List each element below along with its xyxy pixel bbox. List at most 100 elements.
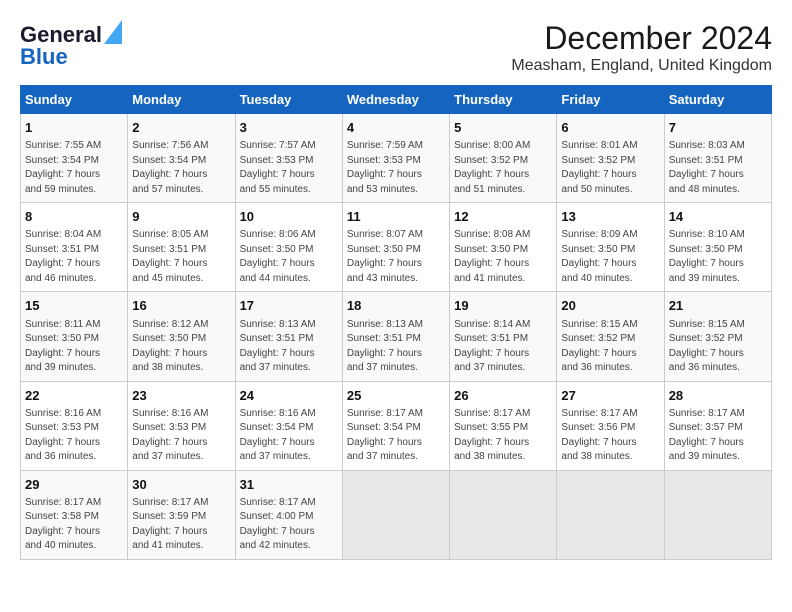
day-info: Sunrise: 8:16 AMSunset: 3:54 PMDaylight:… bbox=[240, 407, 338, 465]
calendar-day-cell: 15 Sunrise: 8:11 AMSunset: 3:50 PMDayligh… bbox=[21, 292, 128, 381]
day-number: 22 bbox=[25, 387, 123, 405]
day-number: 25 bbox=[347, 387, 445, 405]
day-info: Sunrise: 8:17 AMSunset: 3:58 PMDaylight:… bbox=[25, 496, 123, 554]
calendar-day-cell: 28 Sunrise: 8:17 AMSunset: 3:57 PMDayligh… bbox=[664, 381, 771, 470]
calendar-day-cell bbox=[557, 470, 664, 559]
day-number: 16 bbox=[132, 297, 230, 315]
page-header: General Blue December 2024 Measham, Engl… bbox=[20, 20, 772, 75]
day-info: Sunrise: 8:13 AMSunset: 3:51 PMDaylight:… bbox=[347, 318, 445, 376]
day-number: 14 bbox=[669, 208, 767, 226]
day-number: 17 bbox=[240, 297, 338, 315]
calendar-body: 1 Sunrise: 7:55 AMSunset: 3:54 PMDaylight… bbox=[21, 114, 772, 560]
logo: General Blue bbox=[20, 20, 122, 68]
day-info: Sunrise: 8:00 AMSunset: 3:52 PMDaylight:… bbox=[454, 139, 552, 197]
page-subtitle: Measham, England, United Kingdom bbox=[511, 57, 772, 75]
day-number: 30 bbox=[132, 476, 230, 494]
logo-blue: Blue bbox=[20, 46, 122, 68]
calendar-day-cell: 7 Sunrise: 8:03 AMSunset: 3:51 PMDaylight… bbox=[664, 114, 771, 203]
calendar-week-row: 29 Sunrise: 8:17 AMSunset: 3:58 PMDayligh… bbox=[21, 470, 772, 559]
day-info: Sunrise: 8:03 AMSunset: 3:51 PMDaylight:… bbox=[669, 139, 767, 197]
day-info: Sunrise: 8:16 AMSunset: 3:53 PMDaylight:… bbox=[25, 407, 123, 465]
calendar-day-cell: 12 Sunrise: 8:08 AMSunset: 3:50 PMDayligh… bbox=[450, 203, 557, 292]
day-number: 15 bbox=[25, 297, 123, 315]
day-info: Sunrise: 8:09 AMSunset: 3:50 PMDaylight:… bbox=[561, 228, 659, 286]
calendar-day-cell: 19Sunrise: 8:14 AMSunset: 3:51 PMDayligh… bbox=[450, 292, 557, 381]
calendar-table: SundayMondayTuesdayWednesdayThursdayFrid… bbox=[20, 85, 772, 560]
page-title: December 2024 bbox=[511, 20, 772, 57]
calendar-day-cell: 9Sunrise: 8:05 AMSunset: 3:51 PMDaylight… bbox=[128, 203, 235, 292]
calendar-day-cell: 8 Sunrise: 8:04 AMSunset: 3:51 PMDaylight… bbox=[21, 203, 128, 292]
day-number: 5 bbox=[454, 119, 552, 137]
day-info: Sunrise: 8:10 AMSunset: 3:50 PMDaylight:… bbox=[669, 228, 767, 286]
day-number: 27 bbox=[561, 387, 659, 405]
calendar-header-row: SundayMondayTuesdayWednesdayThursdayFrid… bbox=[21, 86, 772, 114]
day-info: Sunrise: 8:17 AMSunset: 3:57 PMDaylight:… bbox=[669, 407, 767, 465]
day-info: Sunrise: 8:04 AMSunset: 3:51 PMDaylight:… bbox=[25, 228, 123, 286]
day-number: 28 bbox=[669, 387, 767, 405]
day-info: Sunrise: 8:17 AMSunset: 3:56 PMDaylight:… bbox=[561, 407, 659, 465]
day-info: Sunrise: 8:13 AMSunset: 3:51 PMDaylight:… bbox=[240, 318, 338, 376]
day-info: Sunrise: 8:08 AMSunset: 3:50 PMDaylight:… bbox=[454, 228, 552, 286]
day-info: Sunrise: 8:17 AMSunset: 3:59 PMDaylight:… bbox=[132, 496, 230, 554]
day-info: Sunrise: 8:06 AMSunset: 3:50 PMDaylight:… bbox=[240, 228, 338, 286]
calendar-header-cell: Saturday bbox=[664, 86, 771, 114]
day-info: Sunrise: 8:12 AMSunset: 3:50 PMDaylight:… bbox=[132, 318, 230, 376]
calendar-week-row: 22 Sunrise: 8:16 AMSunset: 3:53 PMDayligh… bbox=[21, 381, 772, 470]
day-info: Sunrise: 8:15 AMSunset: 3:52 PMDaylight:… bbox=[669, 318, 767, 376]
calendar-header-cell: Tuesday bbox=[235, 86, 342, 114]
calendar-day-cell: 11Sunrise: 8:07 AMSunset: 3:50 PMDayligh… bbox=[342, 203, 449, 292]
day-number: 6 bbox=[561, 119, 659, 137]
calendar-header-cell: Sunday bbox=[21, 86, 128, 114]
day-info: Sunrise: 8:17 AMSunset: 4:00 PMDaylight:… bbox=[240, 496, 338, 554]
day-number: 26 bbox=[454, 387, 552, 405]
day-number: 4 bbox=[347, 119, 445, 137]
calendar-day-cell: 29 Sunrise: 8:17 AMSunset: 3:58 PMDayligh… bbox=[21, 470, 128, 559]
calendar-day-cell: 6 Sunrise: 8:01 AMSunset: 3:52 PMDaylight… bbox=[557, 114, 664, 203]
calendar-day-cell: 20Sunrise: 8:15 AMSunset: 3:52 PMDayligh… bbox=[557, 292, 664, 381]
calendar-day-cell: 5 Sunrise: 8:00 AMSunset: 3:52 PMDaylight… bbox=[450, 114, 557, 203]
day-number: 23 bbox=[132, 387, 230, 405]
day-number: 1 bbox=[25, 119, 123, 137]
day-info: Sunrise: 8:01 AMSunset: 3:52 PMDaylight:… bbox=[561, 139, 659, 197]
calendar-day-cell: 25Sunrise: 8:17 AMSunset: 3:54 PMDayligh… bbox=[342, 381, 449, 470]
day-info: Sunrise: 7:56 AMSunset: 3:54 PMDaylight:… bbox=[132, 139, 230, 197]
calendar-day-cell: 14 Sunrise: 8:10 AMSunset: 3:50 PMDayligh… bbox=[664, 203, 771, 292]
calendar-week-row: 15 Sunrise: 8:11 AMSunset: 3:50 PMDayligh… bbox=[21, 292, 772, 381]
day-number: 24 bbox=[240, 387, 338, 405]
day-number: 13 bbox=[561, 208, 659, 226]
day-number: 12 bbox=[454, 208, 552, 226]
calendar-day-cell: 27 Sunrise: 8:17 AMSunset: 3:56 PMDayligh… bbox=[557, 381, 664, 470]
calendar-day-cell: 10 Sunrise: 8:06 AMSunset: 3:50 PMDayligh… bbox=[235, 203, 342, 292]
calendar-day-cell: 18 Sunrise: 8:13 AMSunset: 3:51 PMDayligh… bbox=[342, 292, 449, 381]
day-number: 18 bbox=[347, 297, 445, 315]
day-number: 3 bbox=[240, 119, 338, 137]
day-number: 7 bbox=[669, 119, 767, 137]
calendar-day-cell: 24 Sunrise: 8:16 AMSunset: 3:54 PMDayligh… bbox=[235, 381, 342, 470]
day-number: 31 bbox=[240, 476, 338, 494]
calendar-day-cell bbox=[342, 470, 449, 559]
calendar-day-cell: 26 Sunrise: 8:17 AMSunset: 3:55 PMDayligh… bbox=[450, 381, 557, 470]
day-number: 10 bbox=[240, 208, 338, 226]
calendar-header-cell: Monday bbox=[128, 86, 235, 114]
day-info: Sunrise: 7:55 AMSunset: 3:54 PMDaylight:… bbox=[25, 139, 123, 197]
day-number: 11 bbox=[347, 208, 445, 226]
day-info: Sunrise: 8:16 AMSunset: 3:53 PMDaylight:… bbox=[132, 407, 230, 465]
day-number: 19 bbox=[454, 297, 552, 315]
day-number: 29 bbox=[25, 476, 123, 494]
title-block: December 2024 Measham, England, United K… bbox=[511, 20, 772, 75]
calendar-day-cell bbox=[664, 470, 771, 559]
calendar-day-cell: 17 Sunrise: 8:13 AMSunset: 3:51 PMDayligh… bbox=[235, 292, 342, 381]
day-number: 8 bbox=[25, 208, 123, 226]
calendar-day-cell: 31 Sunrise: 8:17 AMSunset: 4:00 PMDayligh… bbox=[235, 470, 342, 559]
calendar-header-cell: Wednesday bbox=[342, 86, 449, 114]
day-info: Sunrise: 8:17 AMSunset: 3:55 PMDaylight:… bbox=[454, 407, 552, 465]
calendar-day-cell: 2Sunrise: 7:56 AMSunset: 3:54 PMDaylight… bbox=[128, 114, 235, 203]
day-info: Sunrise: 8:11 AMSunset: 3:50 PMDaylight:… bbox=[25, 318, 123, 376]
calendar-day-cell: 23 Sunrise: 8:16 AMSunset: 3:53 PMDayligh… bbox=[128, 381, 235, 470]
day-number: 21 bbox=[669, 297, 767, 315]
calendar-header-cell: Friday bbox=[557, 86, 664, 114]
calendar-week-row: 1 Sunrise: 7:55 AMSunset: 3:54 PMDaylight… bbox=[21, 114, 772, 203]
calendar-day-cell: 13 Sunrise: 8:09 AMSunset: 3:50 PMDayligh… bbox=[557, 203, 664, 292]
calendar-day-cell: 16 Sunrise: 8:12 AMSunset: 3:50 PMDayligh… bbox=[128, 292, 235, 381]
day-number: 9 bbox=[132, 208, 230, 226]
